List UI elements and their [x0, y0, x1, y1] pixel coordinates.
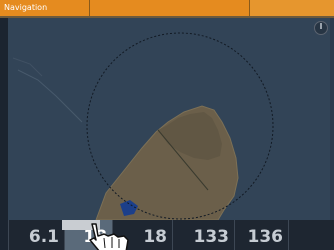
status-segment-center[interactable] — [89, 0, 250, 16]
data-cell-value: 6.1 — [29, 227, 60, 250]
chart-canvas[interactable] — [8, 18, 330, 220]
depth-contour-line — [17, 69, 83, 123]
top-status-bar: Navigation — [0, 0, 334, 16]
data-cell-value: 136 — [248, 227, 285, 250]
nautical-chart[interactable] — [8, 18, 330, 220]
data-cell-speed[interactable]: 6.1 — [8, 220, 64, 250]
data-bar: 6.1 18 18 133 136 — [8, 220, 334, 250]
data-cell-extra[interactable] — [288, 220, 334, 250]
data-cell-heading[interactable]: 133 — [172, 220, 234, 250]
status-segment-right[interactable] — [249, 0, 334, 16]
value-text: 18 — [143, 227, 167, 247]
left-edge-strip — [0, 18, 8, 250]
chart-screen: Navigation 6.1 18 133 136 — [0, 0, 334, 250]
value-text: 136 — [247, 227, 284, 247]
value-text: 6.1 — [28, 227, 59, 247]
hand-pointer-icon — [89, 223, 129, 250]
data-cell-value: 18 — [143, 227, 168, 250]
depth-contour-line — [12, 57, 43, 77]
data-cell-value: 133 — [194, 227, 231, 250]
data-cell-bearing[interactable]: 136 — [234, 220, 288, 250]
value-text: 133 — [193, 227, 230, 247]
window-title[interactable]: Navigation — [0, 0, 89, 16]
compass-icon[interactable] — [314, 21, 328, 35]
land-mass — [95, 105, 239, 220]
